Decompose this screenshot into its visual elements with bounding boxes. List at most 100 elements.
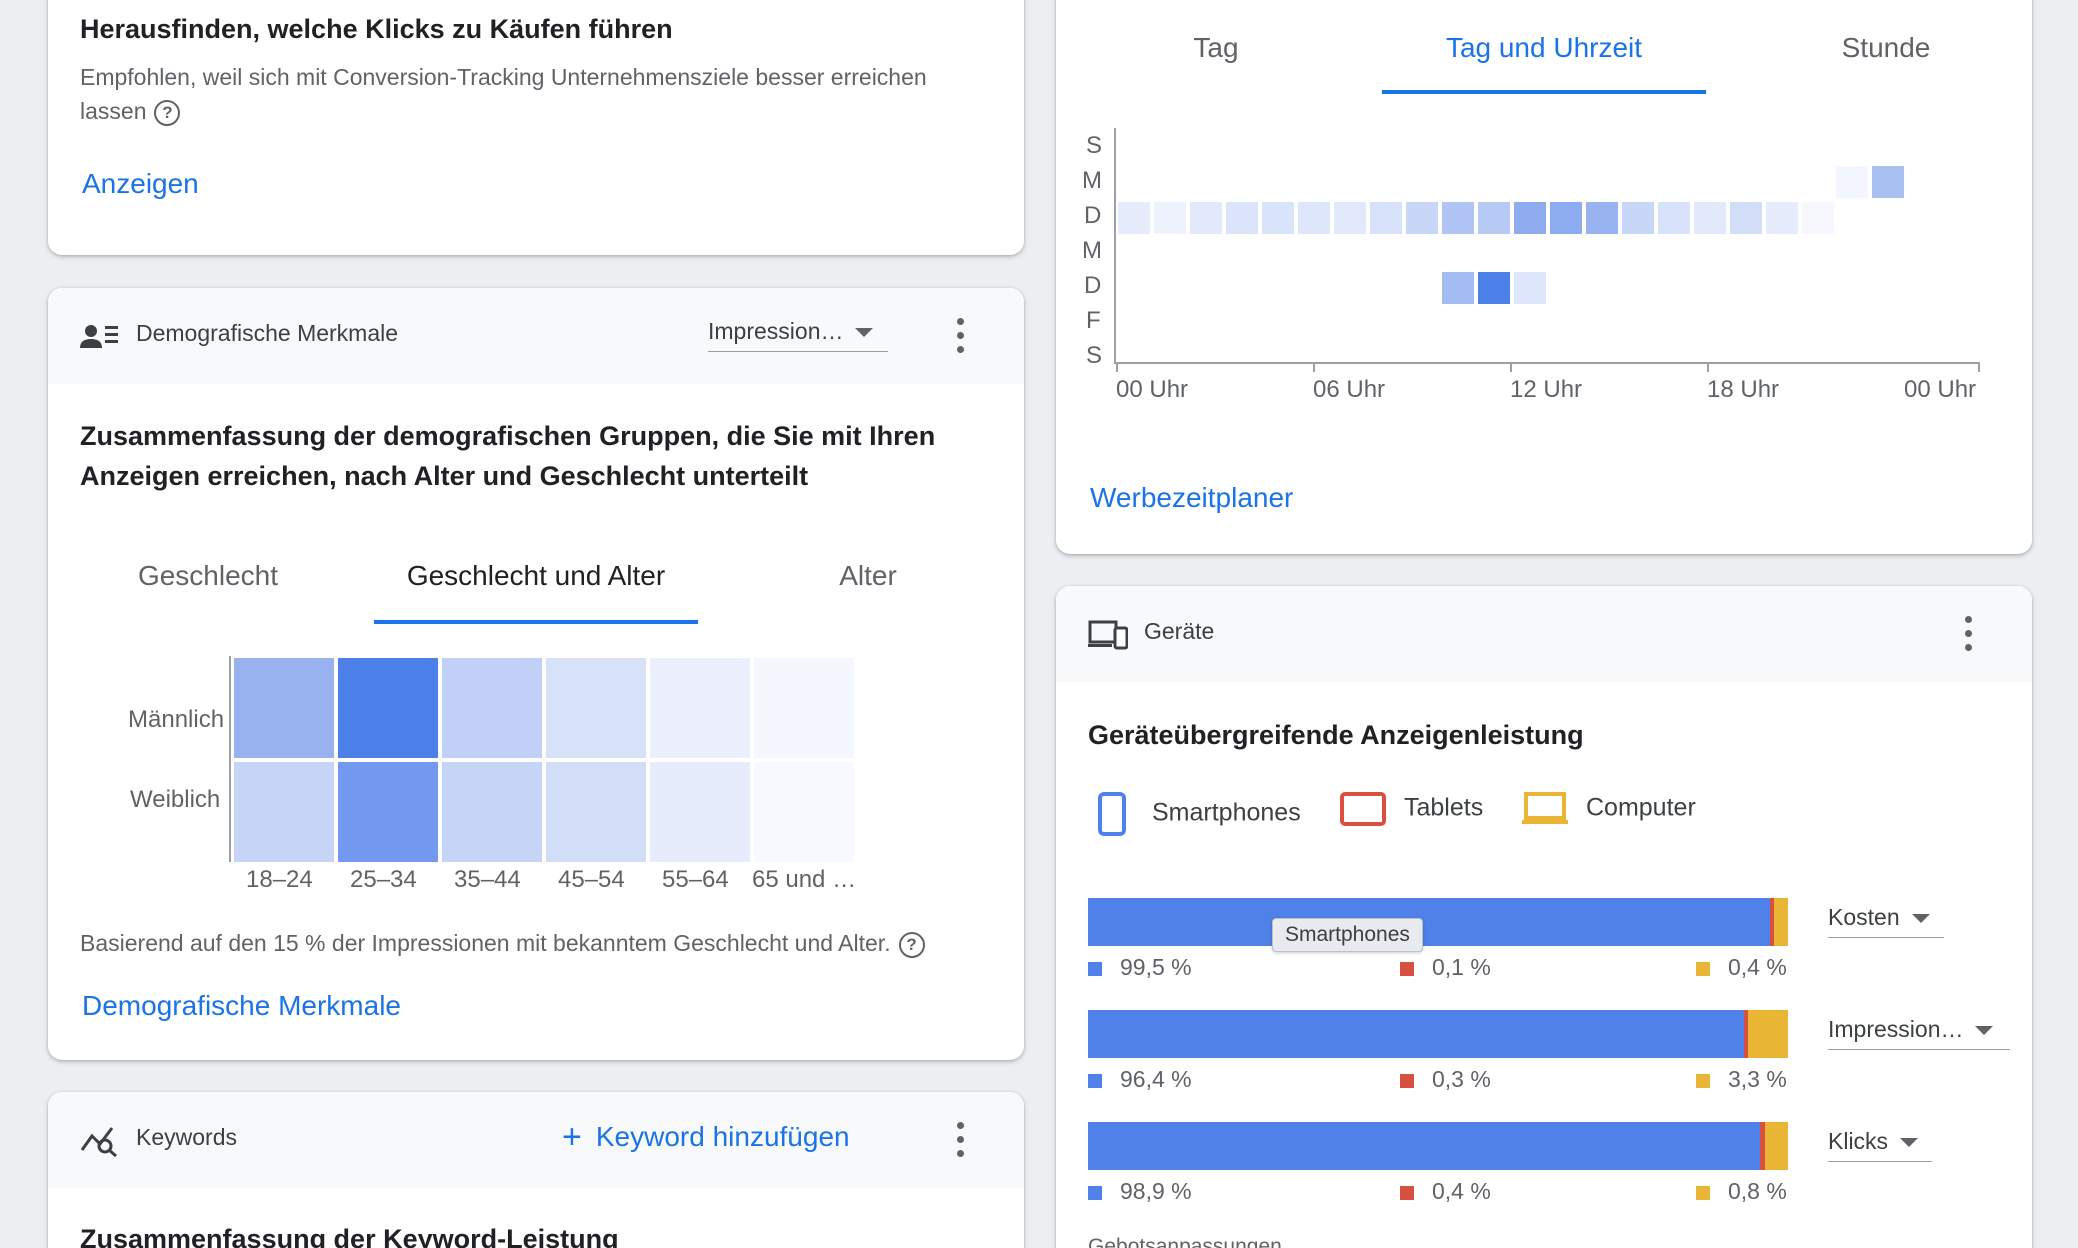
y-label: S <box>1086 132 1103 159</box>
schedule-cell[interactable] <box>1694 202 1726 234</box>
schedule-cell[interactable] <box>1298 202 1330 234</box>
metric-label: Impression… <box>1828 1016 1964 1042</box>
schedule-cell[interactable] <box>1406 202 1438 234</box>
chevron-down-icon <box>1975 1026 1994 1036</box>
x-tick <box>1313 364 1315 372</box>
pct-value: 0,8 % <box>1728 1178 1787 1204</box>
x-label: 06 Uhr <box>1313 376 1386 403</box>
schedule-cell[interactable] <box>1766 202 1798 234</box>
schedule-cell[interactable] <box>1478 272 1510 304</box>
conversion-anzeigen-link[interactable]: Anzeigen <box>82 168 199 200</box>
pct-smartphones: 98,9 % <box>1088 1178 1192 1205</box>
schedule-cell[interactable] <box>1442 202 1474 234</box>
row-label-female: Weiblich <box>130 786 221 813</box>
tab-geschlecht[interactable]: Geschlecht <box>98 560 318 592</box>
heatmap-cell[interactable] <box>650 762 750 862</box>
schedule-cell[interactable] <box>1334 202 1366 234</box>
schedule-cell[interactable] <box>1836 166 1868 198</box>
pct-computer: 3,3 % <box>1696 1066 1787 1093</box>
help-icon[interactable]: ? <box>154 99 181 126</box>
conversion-card: Herausfinden, welche Klicks zu Käufen fü… <box>48 0 1024 255</box>
schedule-card: Tag Tag und Uhrzeit Stunde S M D M D F S <box>1056 0 2032 554</box>
demographics-card: Demografische Merkmale Impression… Zusam… <box>48 288 1024 1060</box>
bar-computer[interactable] <box>1765 1122 1788 1170</box>
metric-dropdown-kosten[interactable]: Kosten <box>1828 904 1944 938</box>
tab-geschlecht-und-alter[interactable]: Geschlecht und Alter <box>374 560 698 592</box>
schedule-cell[interactable] <box>1514 202 1546 234</box>
schedule-cell[interactable] <box>1370 202 1402 234</box>
schedule-cell[interactable] <box>1442 272 1474 304</box>
pct-computer: 0,4 % <box>1696 954 1787 981</box>
x-tick <box>1510 364 1512 372</box>
bar-smartphones[interactable] <box>1088 898 1770 946</box>
add-keyword-label: Keyword hinzufügen <box>595 1121 850 1152</box>
tab-stunde[interactable]: Stunde <box>1756 32 2016 64</box>
bar-computer[interactable] <box>1774 898 1788 946</box>
legend-smartphones[interactable]: Smartphones <box>1098 792 1301 836</box>
heatmap-cell[interactable] <box>546 658 646 758</box>
demographics-link[interactable]: Demografische Merkmale <box>82 990 401 1022</box>
heatmap-cell[interactable] <box>442 658 542 758</box>
schedule-cell[interactable] <box>1154 202 1186 234</box>
schedule-cell[interactable] <box>1622 202 1654 234</box>
heatmap-cell[interactable] <box>338 762 438 862</box>
schedule-cell[interactable] <box>1730 202 1762 234</box>
schedule-x-axis <box>1114 362 1980 364</box>
x-tick <box>1707 364 1709 372</box>
keywords-more-icon[interactable] <box>940 1120 980 1160</box>
heatmap-cell[interactable] <box>754 762 854 862</box>
bar-smartphones[interactable] <box>1088 1010 1744 1058</box>
heatmap-cell[interactable] <box>754 658 854 758</box>
heatmap-cell[interactable] <box>442 762 542 862</box>
add-keyword-button[interactable]: + Keyword hinzufügen <box>562 1118 850 1157</box>
ad-schedule-link[interactable]: Werbezeitplaner <box>1090 482 1293 514</box>
schedule-cell[interactable] <box>1478 202 1510 234</box>
x-label: 00 Uhr <box>1116 376 1189 403</box>
schedule-cell[interactable] <box>1872 166 1904 198</box>
heatmap-cell[interactable] <box>650 658 750 758</box>
schedule-cell[interactable] <box>1658 202 1690 234</box>
metric-dropdown-impressions[interactable]: Impression… <box>1828 1016 2010 1050</box>
row-label-male: Männlich <box>128 706 225 733</box>
heatmap-cell[interactable] <box>338 658 438 758</box>
bar-smartphones[interactable] <box>1088 1122 1760 1170</box>
schedule-cell[interactable] <box>1262 202 1294 234</box>
pct-value: 3,3 % <box>1728 1066 1787 1092</box>
smartphone-icon <box>1098 792 1126 836</box>
devices-card-header: Geräte <box>1056 586 2032 682</box>
tablet-icon <box>1340 792 1386 826</box>
help-icon[interactable]: ? <box>898 931 925 958</box>
heatmap-cell[interactable] <box>546 762 646 862</box>
demographics-metric-dropdown[interactable]: Impression… <box>708 318 888 352</box>
schedule-cell[interactable] <box>1514 272 1546 304</box>
legend-tablets[interactable]: Tablets <box>1340 792 1483 826</box>
tab-tag-und-uhrzeit[interactable]: Tag und Uhrzeit <box>1382 32 1706 64</box>
col-label: 35–44 <box>454 866 521 893</box>
bar-computer[interactable] <box>1748 1010 1788 1058</box>
schedule-cell[interactable] <box>1118 202 1150 234</box>
keywords-card-header: Keywords + Keyword hinzufügen <box>48 1092 1024 1188</box>
schedule-cell[interactable] <box>1190 202 1222 234</box>
devices-more-icon[interactable] <box>1948 614 1988 654</box>
schedule-cell[interactable] <box>1226 202 1258 234</box>
tab-tag[interactable]: Tag <box>1106 32 1326 64</box>
y-label: M <box>1082 237 1102 264</box>
heatmap-cell[interactable] <box>234 762 334 862</box>
metric-dropdown-klicks[interactable]: Klicks <box>1828 1128 1932 1162</box>
heatmap-y-axis <box>229 656 231 862</box>
demographics-more-icon[interactable] <box>940 316 980 356</box>
metric-label: Klicks <box>1828 1128 1889 1154</box>
schedule-y-axis <box>1114 128 1116 364</box>
demographics-card-header: Demografische Merkmale Impression… <box>48 288 1024 384</box>
heatmap-cell[interactable] <box>234 658 334 758</box>
schedule-cell[interactable] <box>1802 202 1834 234</box>
schedule-cell[interactable] <box>1550 202 1582 234</box>
schedule-cell[interactable] <box>1586 202 1618 234</box>
pct-value: 0,3 % <box>1432 1066 1491 1092</box>
pct-value: 0,4 % <box>1432 1178 1491 1204</box>
pct-value: 0,1 % <box>1432 954 1491 980</box>
legend-computer[interactable]: Computer <box>1522 792 1696 826</box>
y-label: F <box>1086 307 1101 334</box>
devices-card-title: Geräte <box>1144 618 1215 644</box>
tab-alter[interactable]: Alter <box>758 560 978 592</box>
